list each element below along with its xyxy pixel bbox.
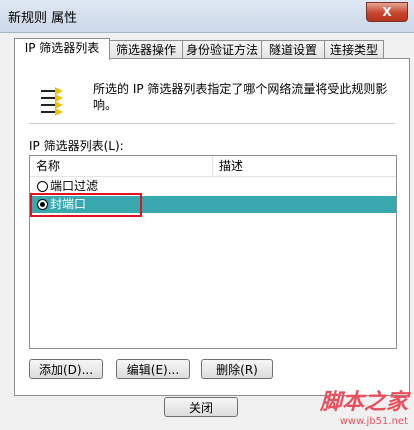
- ip-filter-list-label: IP 筛选器列表(L):: [29, 139, 124, 153]
- red-highlight-box: [30, 193, 142, 217]
- column-header-description[interactable]: 描述: [213, 156, 396, 177]
- ip-filter-listbox[interactable]: 名称 描述 端口过滤 封端口: [29, 155, 397, 349]
- tab-panel: 所选的 IP 筛选器列表指定了哪个网络流量将受此规则影响。 IP 筛选器列表(L…: [14, 58, 410, 396]
- add-button[interactable]: 添加(D)...: [29, 359, 103, 379]
- edit-button[interactable]: 编辑(E)...: [116, 359, 190, 379]
- watermark-url: www.jb51.net: [339, 416, 408, 427]
- tab-filter-action[interactable]: 筛选器操作: [109, 40, 183, 59]
- title-bar: 新规则 属性 X: [0, 0, 414, 33]
- filter-list-icon: [41, 87, 63, 116]
- divider: [29, 123, 395, 124]
- tab-connection-type[interactable]: 连接类型: [324, 40, 384, 59]
- panel-description: 所选的 IP 筛选器列表指定了哪个网络流量将受此规则影响。: [93, 82, 388, 112]
- tab-authentication-methods[interactable]: 身份验证方法: [182, 40, 262, 59]
- column-header-name[interactable]: 名称: [30, 156, 213, 177]
- close-window-button[interactable]: X: [366, 2, 408, 22]
- delete-button[interactable]: 删除(R): [201, 359, 273, 379]
- close-button[interactable]: 关闭: [164, 397, 238, 417]
- radio-button[interactable]: [37, 181, 48, 192]
- window-title: 新规则 属性: [8, 11, 78, 26]
- tab-tunnel-settings[interactable]: 隧道设置: [261, 40, 325, 59]
- site-watermark: 脚本之家 www.jb51.net: [320, 384, 408, 427]
- watermark-logo-text: 脚本之家: [319, 389, 408, 415]
- tab-ip-filter-list[interactable]: IP 筛选器列表: [14, 38, 110, 60]
